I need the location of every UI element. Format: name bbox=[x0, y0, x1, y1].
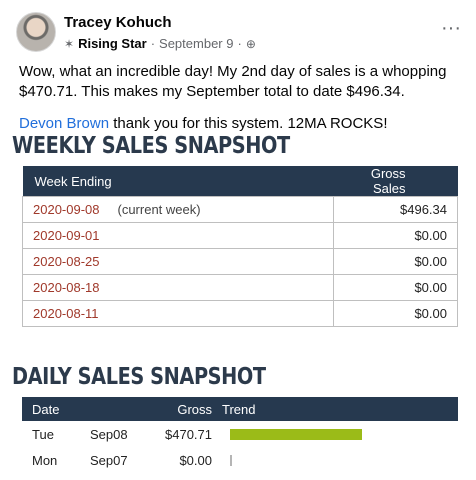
star-badge-icon: ✶ bbox=[64, 36, 75, 51]
gross-sales-cell: $0.00 bbox=[333, 274, 458, 301]
week-ending-cell: 2020-09-08 (current week) bbox=[22, 196, 334, 223]
gross-sales-cell: $0.00 bbox=[333, 300, 458, 327]
gross-sales-cell: $0.00 bbox=[333, 248, 458, 275]
table-row: Tue Sep08 $470.71 bbox=[22, 421, 458, 447]
trend-cell bbox=[212, 447, 458, 473]
table-row: 2020-08-11 $0.00 bbox=[22, 300, 458, 327]
trend-bar bbox=[230, 428, 362, 440]
week-ending-link[interactable]: 2020-09-01 bbox=[33, 228, 100, 243]
gross-cell: $0.00 bbox=[179, 452, 212, 468]
weekly-sales-table: Week Ending Gross Sales 2020-09-08 (curre… bbox=[22, 166, 458, 327]
table-row: 2020-08-25 $0.00 bbox=[22, 248, 458, 275]
date-cell: Sep08 bbox=[90, 426, 128, 442]
table-row: 2020-09-01 $0.00 bbox=[22, 222, 458, 249]
post-meta: ✶ Rising Star · September 9 · ⊕ bbox=[64, 36, 256, 51]
week-ending-cell: 2020-09-01 bbox=[22, 222, 334, 249]
author-name[interactable]: Tracey Kohuch bbox=[64, 14, 172, 31]
column-header-week: Week Ending bbox=[22, 166, 334, 197]
week-ending-link[interactable]: 2020-08-18 bbox=[33, 280, 100, 295]
post-paragraph: Wow, what an incredible day! My 2nd day … bbox=[19, 63, 447, 100]
meta-separator: · bbox=[237, 36, 242, 51]
week-note: (current week) bbox=[117, 202, 201, 217]
trend-cell bbox=[212, 421, 458, 447]
column-header-trend: Trend bbox=[212, 397, 458, 421]
table-row: 2020-09-08 (current week) $496.34 bbox=[22, 196, 458, 223]
gross-sales-cell: $496.34 bbox=[333, 196, 458, 223]
post-date[interactable]: September 9 bbox=[159, 36, 233, 51]
week-ending-cell: 2020-08-18 bbox=[22, 274, 334, 301]
table-row: Mon Sep07 $0.00 bbox=[22, 447, 458, 473]
week-ending-cell: 2020-08-11 bbox=[22, 300, 334, 327]
week-ending-link[interactable]: 2020-09-08 bbox=[33, 202, 100, 217]
avatar[interactable] bbox=[16, 12, 56, 52]
column-header-date: Date bbox=[22, 397, 146, 421]
gross-cell: $470.71 bbox=[165, 426, 212, 442]
week-ending-link[interactable]: 2020-08-11 bbox=[33, 306, 99, 321]
globe-icon[interactable]: ⊕ bbox=[246, 37, 256, 51]
day-cell: Tue bbox=[32, 426, 54, 442]
weekly-sales-title: WEEKLY SALES SNAPSHOT bbox=[12, 133, 290, 159]
column-header-gross-sales: Gross Sales bbox=[333, 166, 458, 197]
day-cell: Mon bbox=[32, 452, 58, 468]
daily-sales-title: DAILY SALES SNAPSHOT bbox=[12, 364, 266, 390]
date-cell: Sep07 bbox=[90, 452, 128, 468]
week-ending-link[interactable]: 2020-08-25 bbox=[33, 254, 100, 269]
trend-bar bbox=[230, 454, 232, 466]
meta-separator: · bbox=[150, 36, 156, 51]
post-paragraph-text: thank you for this system. 12MA ROCKS! bbox=[109, 115, 388, 132]
week-ending-cell: 2020-08-25 bbox=[22, 248, 334, 275]
badge-label[interactable]: Rising Star bbox=[78, 36, 147, 51]
post-paragraph: Devon Brown thank you for this system. 1… bbox=[19, 114, 459, 134]
daily-sales-table: Date Gross Trend Tue Sep08 $470.71 Mon Sep07… bbox=[22, 397, 458, 473]
table-row: 2020-08-18 $0.00 bbox=[22, 274, 458, 301]
mention-link[interactable]: Devon Brown bbox=[19, 115, 109, 132]
gross-sales-cell: $0.00 bbox=[333, 222, 458, 249]
more-options-icon[interactable]: ··· bbox=[438, 17, 464, 39]
column-header-gross: Gross bbox=[146, 397, 212, 421]
post-header: Tracey Kohuch ✶ Rising Star · September … bbox=[16, 12, 468, 56]
